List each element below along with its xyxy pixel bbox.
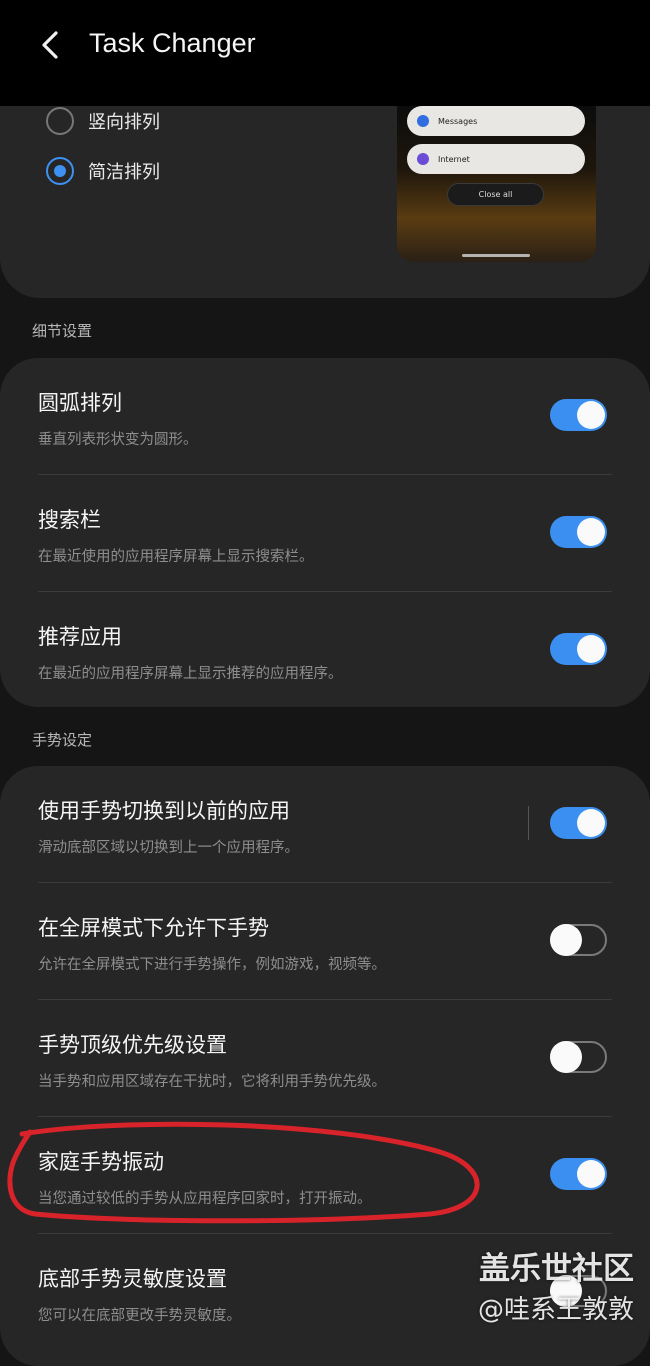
setting-title: 使用手势切换到以前的应用 <box>38 799 290 823</box>
radio-button-simple[interactable] <box>46 157 74 185</box>
setting-title: 底部手势灵敏度设置 <box>38 1267 227 1291</box>
internet-icon <box>417 153 429 165</box>
watermark-line-1: 盖乐世社区 <box>479 1251 634 1287</box>
setting-subtitle: 允许在全屏模式下进行手势操作，例如游戏，视频等。 <box>38 957 386 973</box>
setting-row-arc-layout[interactable]: 圆弧排列 垂直列表形状变为圆形。 <box>0 358 650 475</box>
setting-subtitle: 在最近使用的应用程序屏幕上显示搜索栏。 <box>38 549 314 565</box>
toggle-switch[interactable] <box>550 516 607 548</box>
setting-row-fullscreen-gesture[interactable]: 在全屏模式下允许下手势 允许在全屏模式下进行手势操作，例如游戏，视频等。 <box>0 883 650 1000</box>
details-card: 圆弧排列 垂直列表形状变为圆形。 搜索栏 在最近使用的应用程序屏幕上显示搜索栏。… <box>0 358 650 707</box>
back-arrow-icon[interactable] <box>34 26 70 64</box>
preview-app-label: Messages <box>438 116 478 126</box>
layout-style-card: 竖向排列 简洁排列 Messages Internet Close all <box>0 106 650 298</box>
layout-preview: Messages Internet Close all <box>397 106 596 262</box>
toggle-switch[interactable] <box>550 1041 607 1073</box>
setting-subtitle: 垂直列表形状变为圆形。 <box>38 432 198 448</box>
setting-title: 圆弧排列 <box>38 391 122 415</box>
preview-app-messages: Messages <box>407 106 585 136</box>
watermark-line-2: @哇系王敦敦 <box>477 1295 634 1325</box>
setting-row-search-bar[interactable]: 搜索栏 在最近使用的应用程序屏幕上显示搜索栏。 <box>0 475 650 592</box>
section-label-details: 细节设置 <box>32 322 93 340</box>
setting-subtitle: 在最近的应用程序屏幕上显示推荐的应用程序。 <box>38 666 343 682</box>
setting-subtitle: 您可以在底部更改手势灵敏度。 <box>38 1308 241 1324</box>
setting-title: 手势顶级优先级设置 <box>38 1033 227 1057</box>
setting-title: 家庭手势振动 <box>38 1150 164 1174</box>
setting-title: 搜索栏 <box>38 508 101 532</box>
setting-subtitle: 滑动底部区域以切换到上一个应用程序。 <box>38 840 299 856</box>
setting-row-home-gesture-vibration[interactable]: 家庭手势振动 当您通过较低的手势从应用程序回家时，打开振动。 <box>0 1117 650 1234</box>
messages-icon <box>417 115 429 127</box>
toggle-switch[interactable] <box>550 399 607 431</box>
preview-home-bar <box>462 254 530 257</box>
page-title: Task Changer <box>89 28 256 58</box>
preview-app-internet: Internet <box>407 144 585 174</box>
setting-row-switch-previous-app[interactable]: 使用手势切换到以前的应用 滑动底部区域以切换到上一个应用程序。 <box>0 766 650 883</box>
toggle-switch[interactable] <box>550 807 607 839</box>
preview-close-all: Close all <box>447 183 544 206</box>
radio-label-simple: 简洁排列 <box>88 162 160 183</box>
setting-row-suggested-apps[interactable]: 推荐应用 在最近的应用程序屏幕上显示推荐的应用程序。 <box>0 592 650 709</box>
setting-title: 推荐应用 <box>38 625 122 649</box>
toggle-switch[interactable] <box>550 633 607 665</box>
preview-app-label: Internet <box>438 154 470 164</box>
setting-row-gesture-priority[interactable]: 手势顶级优先级设置 当手势和应用区域存在干扰时，它将利用手势优先级。 <box>0 1000 650 1117</box>
setting-title: 在全屏模式下允许下手势 <box>38 916 269 940</box>
radio-option-simple[interactable]: 简洁排列 <box>46 154 160 188</box>
toggle-switch[interactable] <box>550 924 607 956</box>
section-label-gestures: 手势设定 <box>32 731 93 749</box>
toggle-switch[interactable] <box>550 1158 607 1190</box>
radio-label-vertical: 竖向排列 <box>88 112 160 133</box>
setting-subtitle: 当手势和应用区域存在干扰时，它将利用手势优先级。 <box>38 1074 386 1090</box>
top-bar: Task Changer <box>0 0 650 106</box>
radio-button-vertical[interactable] <box>46 107 74 135</box>
setting-subtitle: 当您通过较低的手势从应用程序回家时，打开振动。 <box>38 1191 372 1207</box>
vertical-separator <box>528 806 529 840</box>
radio-option-vertical[interactable]: 竖向排列 <box>46 104 160 138</box>
